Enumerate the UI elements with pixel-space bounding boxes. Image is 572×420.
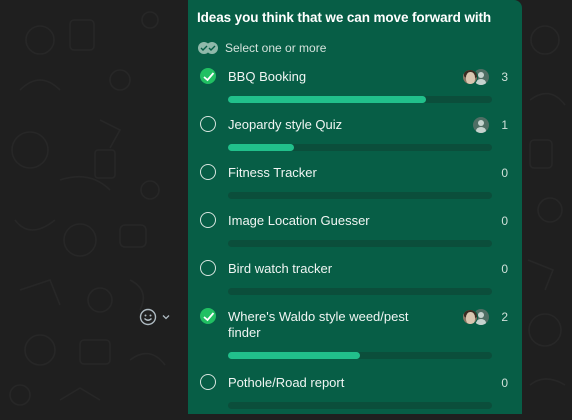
option-checkbox[interactable] [200, 212, 216, 228]
vote-progress-bar [228, 288, 492, 295]
poll-option[interactable]: Fitness Tracker 0 [197, 162, 508, 210]
vote-count: 0 [501, 166, 508, 180]
vote-progress-bar [228, 352, 492, 359]
avatar [462, 309, 478, 325]
check-icon [203, 72, 215, 82]
vote-count: 3 [501, 70, 508, 84]
vote-progress-bar [228, 402, 492, 409]
voter-avatars[interactable] [462, 69, 489, 85]
option-checkbox[interactable] [200, 308, 216, 324]
vote-count: 0 [501, 262, 508, 276]
poll-hint-text: Select one or more [225, 41, 327, 55]
vote-count: 0 [501, 376, 508, 390]
avatar [473, 117, 489, 133]
vote-count: 0 [501, 214, 508, 228]
react-button[interactable] [139, 306, 179, 328]
option-checkbox[interactable] [200, 68, 216, 84]
vote-count: 1 [501, 118, 508, 132]
avatar [462, 69, 478, 85]
option-label: Bird watch tracker [228, 261, 333, 276]
option-label: Image Location Guesser [228, 213, 370, 228]
option-checkbox[interactable] [200, 374, 216, 390]
vote-progress-bar [228, 192, 492, 199]
double-check-icon [198, 42, 218, 54]
poll-hint: Select one or more [197, 41, 508, 55]
option-label: Where's Waldo style weed/pest finder [228, 309, 409, 340]
vote-progress-bar [228, 240, 492, 247]
poll-option[interactable]: Where's Waldo style weed/pest finder 2 [197, 306, 508, 370]
vote-progress-bar [228, 144, 492, 151]
option-checkbox[interactable] [200, 164, 216, 180]
option-label: Fitness Tracker [228, 165, 317, 180]
voter-avatars[interactable] [473, 117, 489, 133]
option-label: Jeopardy style Quiz [228, 117, 343, 132]
vote-count: 2 [501, 310, 508, 324]
chevron-down-icon [162, 315, 170, 320]
poll-option[interactable]: BBQ Booking 3 [197, 66, 508, 114]
option-label: Pothole/Road report [228, 375, 345, 390]
voter-avatars[interactable] [462, 309, 489, 325]
vote-progress-bar [228, 96, 492, 103]
poll-option[interactable]: Bird watch tracker 0 [197, 258, 508, 306]
poll-option[interactable]: Jeopardy style Quiz 1 [197, 114, 508, 162]
poll-message: Ideas you think that we can move forward… [188, 0, 522, 414]
emoji-smile-icon [139, 308, 157, 326]
option-label: BBQ Booking [228, 69, 307, 84]
option-checkbox[interactable] [200, 116, 216, 132]
check-icon [203, 312, 215, 322]
option-checkbox[interactable] [200, 260, 216, 276]
poll-option[interactable]: Pothole/Road report 0 [197, 372, 508, 420]
poll-question: Ideas you think that we can move forward… [197, 10, 492, 25]
poll-option[interactable]: Image Location Guesser 0 [197, 210, 508, 258]
